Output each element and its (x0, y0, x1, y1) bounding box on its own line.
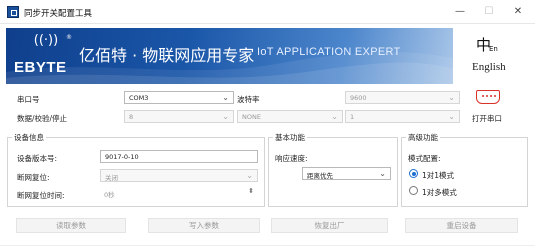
baud-value: 9600 (350, 94, 367, 102)
response-select[interactable]: 距离优先 ⌄ (302, 167, 391, 180)
brand-banner: ((·)) ® EBYTE 亿佰特 · 物联网应用专家 IoT APPLICAT… (6, 28, 453, 84)
data-bits-select[interactable]: 8 ⌄ (124, 110, 234, 123)
restart-device-button[interactable]: 重启设备 (405, 218, 518, 233)
version-field[interactable]: 9017-0-10 (100, 150, 258, 163)
mode-radio-one-to-one[interactable] (409, 169, 418, 178)
mode-label: 模式配置: (408, 154, 441, 163)
response-value: 距离优先 (307, 172, 333, 180)
data-bits-value: 8 (129, 113, 134, 121)
restore-factory-button[interactable]: 恢复出厂 (271, 218, 388, 233)
version-label: 设备版本号: (17, 154, 58, 163)
app-icon (7, 6, 19, 18)
open-port-button[interactable]: 打开串口 (472, 113, 502, 124)
mode-option-label: 1对1模式 (422, 171, 455, 180)
advanced-function-title: 高级功能 (406, 132, 440, 143)
reset-label: 断网复位: (17, 173, 50, 182)
advanced-function-group: 高级功能 (401, 132, 528, 207)
stop-bits-select[interactable]: 1 ⌄ (345, 110, 460, 123)
chevron-down-icon: ⌄ (331, 112, 338, 121)
minimize-button[interactable]: — (450, 4, 470, 20)
chevron-down-icon: ⌄ (246, 171, 253, 180)
brand-logo-text: EBYTE (14, 59, 67, 76)
baud-label: 波特率 (237, 95, 260, 104)
language-switch-button[interactable]: English (472, 61, 506, 73)
registered-mark: ® (66, 34, 72, 41)
maximize-button[interactable]: ☐ (479, 4, 499, 20)
reset-time-spinner[interactable]: 0秒 ⬍ (100, 187, 258, 200)
stop-bits-value: 1 (350, 113, 355, 121)
chevron-down-icon: ⌄ (379, 169, 386, 178)
chevron-down-icon: ⌄ (222, 112, 229, 121)
mode-radio-one-to-many[interactable] (409, 186, 418, 195)
port-label: 串口号 (17, 95, 40, 104)
response-label: 响应速度: (275, 154, 308, 163)
close-button[interactable]: ✕ (508, 4, 528, 20)
baud-select[interactable]: 9600 ⌄ (345, 91, 460, 104)
brand-slogan-cn: 亿佰特 · 物联网应用专家 (79, 46, 255, 65)
chevron-down-icon: ⌄ (222, 93, 229, 102)
params-label: 数据/校验/停止 (17, 114, 68, 123)
window-title: 同步开关配置工具 (24, 9, 93, 19)
chevron-down-icon: ⌄ (448, 93, 455, 102)
basic-function-title: 基本功能 (273, 132, 307, 143)
language-icon-sub: En (489, 45, 498, 53)
spinner-arrows-icon[interactable]: ⬍ (248, 187, 254, 195)
bottom-divider (0, 245, 535, 246)
device-info-title: 设备信息 (12, 132, 46, 143)
parity-value: NONE (242, 113, 261, 121)
mode-option-label: 1对多模式 (422, 188, 457, 197)
parity-select[interactable]: NONE ⌄ (237, 110, 343, 123)
reset-value: 关闭 (105, 174, 118, 182)
brand-slogan-en: IoT APPLICATION EXPERT (257, 46, 401, 58)
wireless-logo-icon: ((·)) (33, 33, 59, 48)
read-params-button[interactable]: 读取参数 (16, 218, 126, 233)
serial-port-icon[interactable] (476, 90, 500, 104)
port-value: COM3 (129, 94, 149, 102)
write-params-button[interactable]: 写入参数 (148, 218, 260, 233)
port-select[interactable]: COM3 ⌄ (124, 91, 234, 104)
chevron-down-icon: ⌄ (448, 112, 455, 121)
reset-time-value: 0秒 (104, 191, 115, 199)
reset-select[interactable]: 关闭 ⌄ (100, 169, 258, 182)
reset-time-label: 断网复位时间: (17, 191, 65, 200)
